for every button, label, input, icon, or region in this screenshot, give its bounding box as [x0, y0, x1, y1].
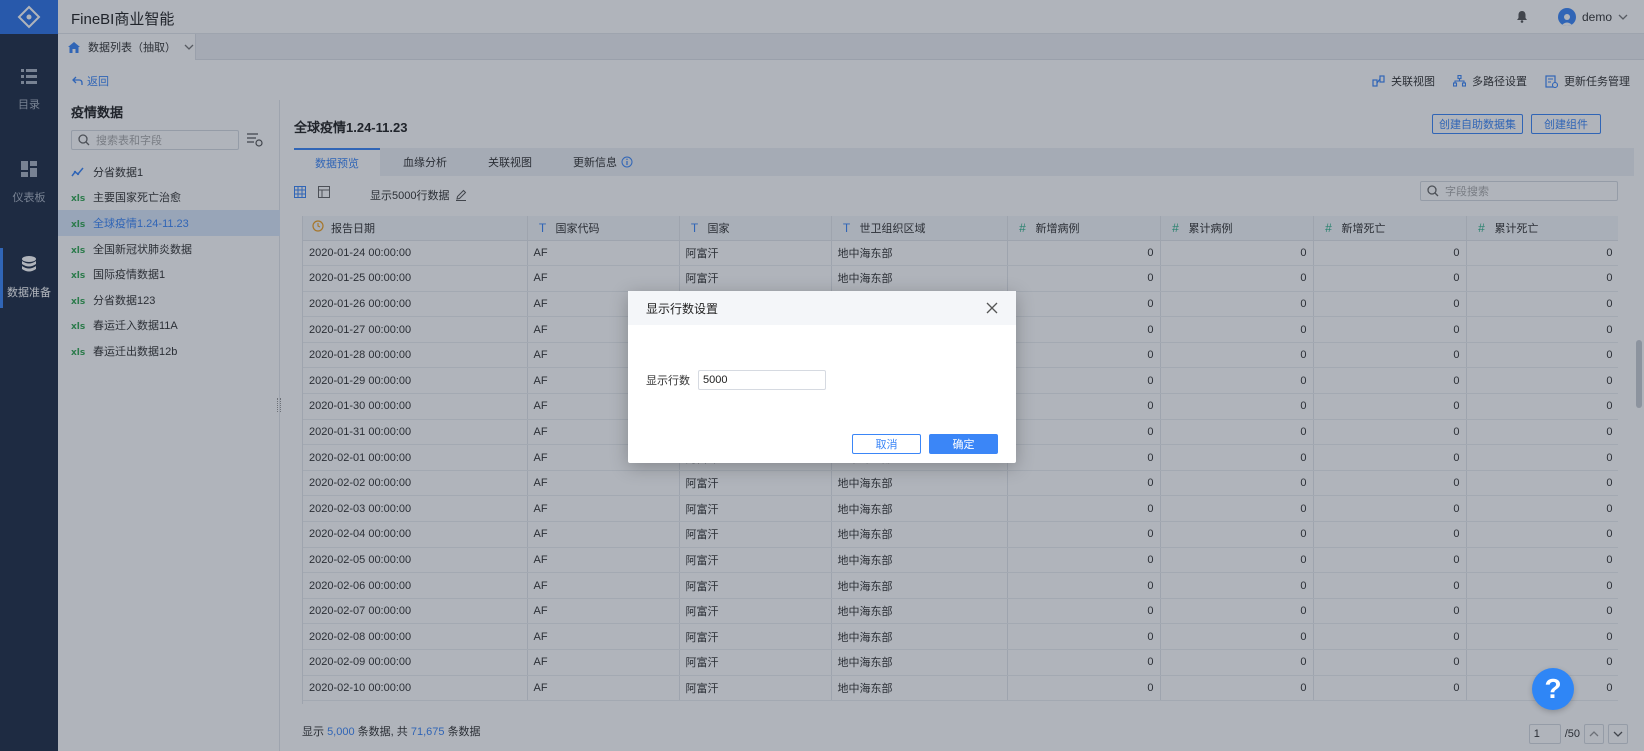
close-icon[interactable] — [986, 302, 998, 314]
row-count-field-label: 显示行数 — [646, 375, 690, 387]
row-count-dialog: 显示行数设置 显示行数 5000 取消 确定 — [628, 291, 1016, 463]
help-button[interactable]: ? — [1532, 668, 1574, 710]
dialog-header: 显示行数设置 — [628, 291, 1016, 325]
row-count-field: 显示行数 5000 — [646, 370, 826, 390]
row-count-input[interactable]: 5000 — [698, 370, 826, 390]
confirm-button[interactable]: 确定 — [929, 434, 998, 454]
dialog-title: 显示行数设置 — [646, 301, 719, 316]
cancel-button[interactable]: 取消 — [852, 434, 921, 454]
